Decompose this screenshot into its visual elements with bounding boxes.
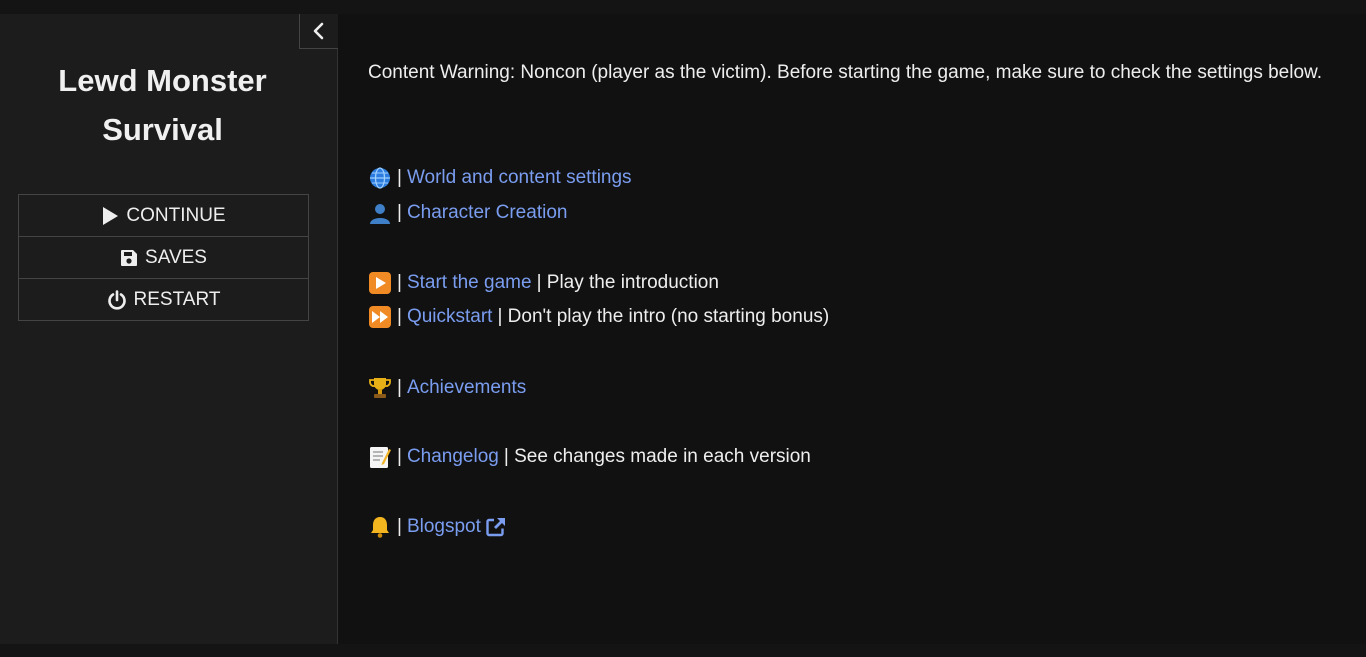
changelog-description: | See changes made in each version: [503, 446, 811, 467]
quickstart-link[interactable]: Quickstart: [407, 299, 493, 334]
saves-button[interactable]: SAVES: [19, 237, 308, 279]
separator: |: [397, 516, 402, 537]
bust-silhouette-emoji-icon: [370, 203, 390, 224]
globe-emoji-icon: [370, 166, 390, 189]
trophy-emoji-icon: [369, 377, 391, 398]
blogspot-link[interactable]: Blogspot: [407, 509, 481, 544]
continue-button[interactable]: CONTINUE: [19, 195, 308, 237]
memo-emoji-icon: [370, 446, 391, 468]
power-icon: [107, 289, 126, 310]
chevron-left-icon: [313, 22, 324, 40]
blogspot-line: | Blogspot: [368, 509, 507, 544]
play-button-emoji-icon: [369, 271, 391, 294]
separator: |: [397, 446, 402, 467]
bell-emoji-icon: [371, 516, 389, 538]
restart-label: RESTART: [133, 288, 221, 310]
saves-label: SAVES: [145, 246, 207, 268]
separator: |: [397, 272, 402, 293]
start-game-line: | Start the game | Play the introduction: [368, 265, 719, 300]
changelog-line: | Changelog | See changes made in each v…: [368, 439, 811, 474]
quickstart-description: | Don't play the intro (no starting bonu…: [497, 306, 830, 327]
character-creation-line: | Character Creation: [368, 195, 567, 230]
window-bottom-strip: [0, 644, 1366, 657]
stow-sidebar-button[interactable]: [299, 14, 338, 49]
changelog-link[interactable]: Changelog: [407, 439, 499, 474]
external-link-icon[interactable]: [485, 516, 507, 538]
world-settings-line: | World and content settings: [368, 160, 632, 195]
floppy-disk-icon: [121, 249, 138, 266]
content-warning: Content Warning: Noncon (player as the v…: [368, 62, 1322, 83]
game-ui: Lewd Monster Survival CONTINUE SAVES RES…: [0, 14, 1366, 644]
character-creation-link[interactable]: Character Creation: [407, 195, 568, 230]
achievements-link[interactable]: Achievements: [407, 370, 526, 405]
story-title: Lewd Monster Survival: [58, 63, 267, 147]
play-icon: [103, 206, 119, 225]
fast-forward-emoji-icon: [369, 305, 391, 328]
start-game-link[interactable]: Start the game: [407, 265, 532, 300]
separator: |: [397, 202, 402, 223]
separator: |: [397, 377, 402, 398]
world-settings-link[interactable]: World and content settings: [407, 160, 632, 195]
story-menu: CONTINUE SAVES RESTART: [18, 194, 309, 321]
achievements-line: | Achievements: [368, 370, 526, 405]
separator: |: [397, 306, 402, 327]
continue-label: CONTINUE: [126, 204, 226, 226]
start-game-description: | Play the introduction: [536, 272, 719, 293]
window-top-strip: [0, 0, 1366, 14]
quickstart-line: | Quickstart | Don't play the intro (no …: [368, 299, 829, 334]
ui-bar: Lewd Monster Survival CONTINUE SAVES RES…: [0, 14, 338, 644]
restart-button[interactable]: RESTART: [19, 279, 308, 320]
separator: |: [397, 167, 402, 188]
